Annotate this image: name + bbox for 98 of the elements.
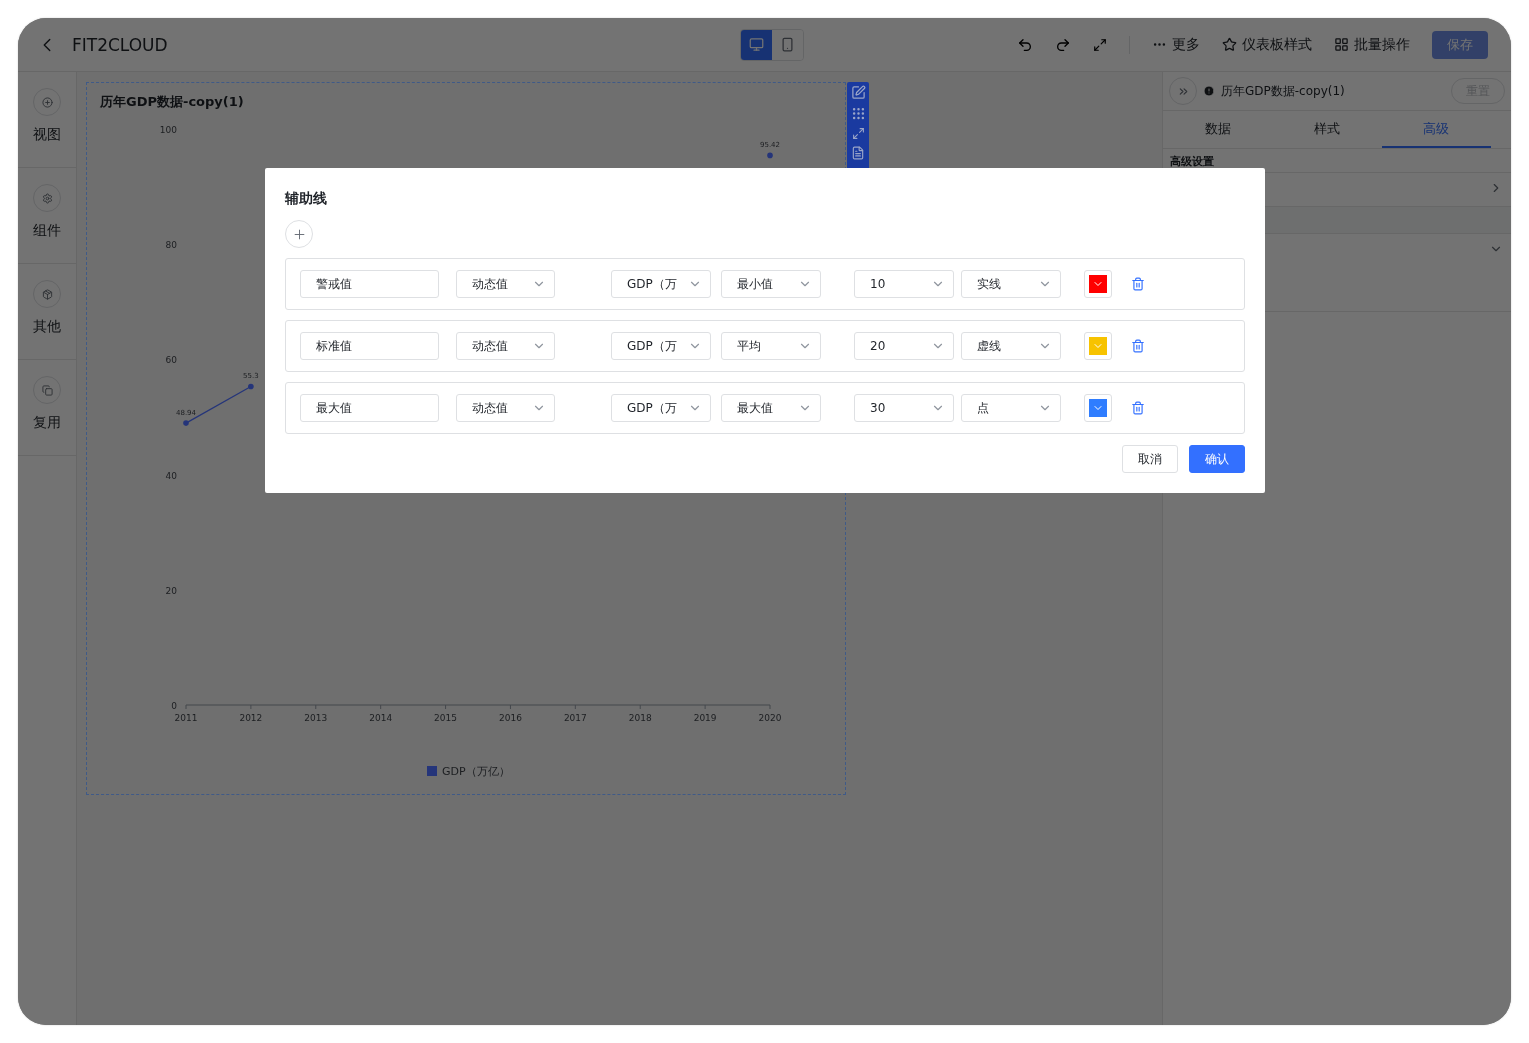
- desktop-button[interactable]: [740, 29, 772, 60]
- add-button[interactable]: [285, 220, 313, 248]
- grid-icon[interactable]: [850, 106, 866, 121]
- fullscreen-icon[interactable]: [1093, 37, 1107, 52]
- toolbar-action[interactable]: 仪表板样式: [1222, 35, 1312, 54]
- select-value: 10: [870, 277, 886, 291]
- panel-tab[interactable]: 数据: [1163, 111, 1273, 148]
- x-axis-label: 2014: [369, 713, 393, 723]
- trash-icon: [1131, 339, 1145, 353]
- y-axis-label: 80: [165, 240, 177, 251]
- select-value: 虚线: [977, 337, 1001, 355]
- aggregate-select[interactable]: 最大值: [721, 394, 821, 422]
- legend-label: GDP（万亿）: [442, 765, 510, 778]
- toolbar-action[interactable]: 更多: [1152, 35, 1200, 54]
- size-select[interactable]: 30: [854, 394, 954, 422]
- confirm-button[interactable]: 确认: [1189, 445, 1245, 473]
- color-picker[interactable]: [1084, 270, 1112, 298]
- select-value: GDP（万: [627, 337, 677, 355]
- toolbar-action[interactable]: 批量操作: [1334, 35, 1410, 54]
- data-point: [248, 383, 254, 390]
- select-value: 动态值: [472, 399, 508, 417]
- y-axis-label: 0: [171, 701, 177, 711]
- name-field[interactable]: 标准值: [300, 332, 439, 360]
- phone-icon: [779, 37, 795, 52]
- type-select[interactable]: 动态值: [456, 394, 555, 422]
- x-axis-label: 2020: [758, 713, 782, 723]
- aggregate-select[interactable]: 平均: [721, 332, 821, 360]
- info-icon: [1203, 85, 1215, 97]
- select-value: 30: [870, 401, 886, 415]
- x-axis-label: 2017: [563, 713, 587, 723]
- delete-button[interactable]: [1131, 401, 1145, 415]
- line-style-select[interactable]: 虚线: [961, 332, 1061, 360]
- sidebar-label: 其他: [33, 318, 61, 336]
- x-axis-label: 2015: [434, 713, 457, 723]
- trash-icon: [1131, 401, 1145, 415]
- x-axis-label: 2013: [304, 713, 328, 723]
- sidebar-label: 复用: [33, 414, 61, 432]
- plus-icon: [291, 226, 307, 242]
- y-axis-label: 20: [165, 585, 177, 596]
- document-icon[interactable]: [851, 146, 865, 160]
- y-axis-label: 60: [165, 355, 177, 366]
- select-value: 点: [977, 399, 989, 417]
- undo-icon[interactable]: [1017, 36, 1033, 53]
- select-value: 动态值: [472, 275, 508, 293]
- line-style-select[interactable]: 点: [961, 394, 1061, 422]
- data-point: [183, 420, 189, 426]
- sidebar-label: 组件: [33, 222, 61, 240]
- field-select[interactable]: GDP（万: [611, 270, 711, 298]
- field-select[interactable]: GDP（万: [611, 332, 711, 360]
- data-point: [767, 152, 773, 159]
- type-select[interactable]: 动态值: [456, 270, 555, 298]
- chart-title: 历年GDP数据-copy(1): [99, 93, 245, 111]
- select-value: GDP（万: [627, 399, 677, 417]
- delete-button[interactable]: [1131, 339, 1145, 353]
- monitor-icon: [748, 37, 764, 52]
- x-axis-label: 2019: [693, 713, 717, 723]
- x-axis-label: 2016: [499, 713, 522, 723]
- grid-icon: [1334, 37, 1349, 52]
- x-axis-label: 2018: [628, 713, 652, 723]
- name-field[interactable]: 警戒值: [300, 270, 439, 298]
- x-axis-label: 2012: [239, 713, 263, 723]
- star-icon: [1222, 37, 1237, 52]
- section-title: 高级设置: [1170, 155, 1214, 168]
- expand-icon[interactable]: [851, 127, 865, 140]
- sidebar-item[interactable]: 其他: [18, 264, 76, 360]
- color-picker[interactable]: [1084, 394, 1112, 422]
- select-value: 实线: [977, 275, 1001, 293]
- panel-title: 历年GDP数据-copy(1): [1221, 82, 1345, 100]
- trash-icon: [1131, 277, 1145, 291]
- cancel-button[interactable]: 取消: [1122, 445, 1178, 473]
- y-axis-label: 100: [159, 125, 177, 135]
- type-select[interactable]: 动态值: [456, 332, 555, 360]
- select-value: 20: [870, 339, 886, 353]
- select-value: 最大值: [737, 399, 773, 417]
- app-title: FIT2CLOUD: [72, 34, 168, 55]
- dialog-title: 辅助线: [285, 190, 328, 208]
- field-select[interactable]: GDP（万: [611, 394, 711, 422]
- select-value: 动态值: [472, 337, 508, 355]
- select-value: 最小值: [737, 275, 773, 293]
- sidebar-item[interactable]: 视图: [18, 72, 76, 168]
- color-picker[interactable]: [1084, 332, 1112, 360]
- edit-icon[interactable]: [850, 85, 866, 100]
- sidebar-label: 视图: [33, 126, 61, 144]
- legend-swatch: [427, 766, 437, 776]
- size-select[interactable]: 20: [854, 332, 954, 360]
- y-axis-label: 40: [165, 470, 177, 481]
- name-field[interactable]: 最大值: [300, 394, 439, 422]
- line-style-select[interactable]: 实线: [961, 270, 1061, 298]
- size-select[interactable]: 10: [854, 270, 954, 298]
- select-value: 平均: [737, 337, 761, 355]
- delete-button[interactable]: [1131, 277, 1145, 291]
- sidebar-item[interactable]: 组件: [18, 168, 76, 264]
- select-value: GDP（万: [627, 275, 677, 293]
- aggregate-select[interactable]: 最小值: [721, 270, 821, 298]
- x-axis-label: 2011: [174, 713, 198, 723]
- panel-tab[interactable]: 样式: [1272, 111, 1382, 148]
- sidebar-item[interactable]: 复用: [18, 360, 76, 456]
- redo-icon[interactable]: [1055, 36, 1071, 53]
